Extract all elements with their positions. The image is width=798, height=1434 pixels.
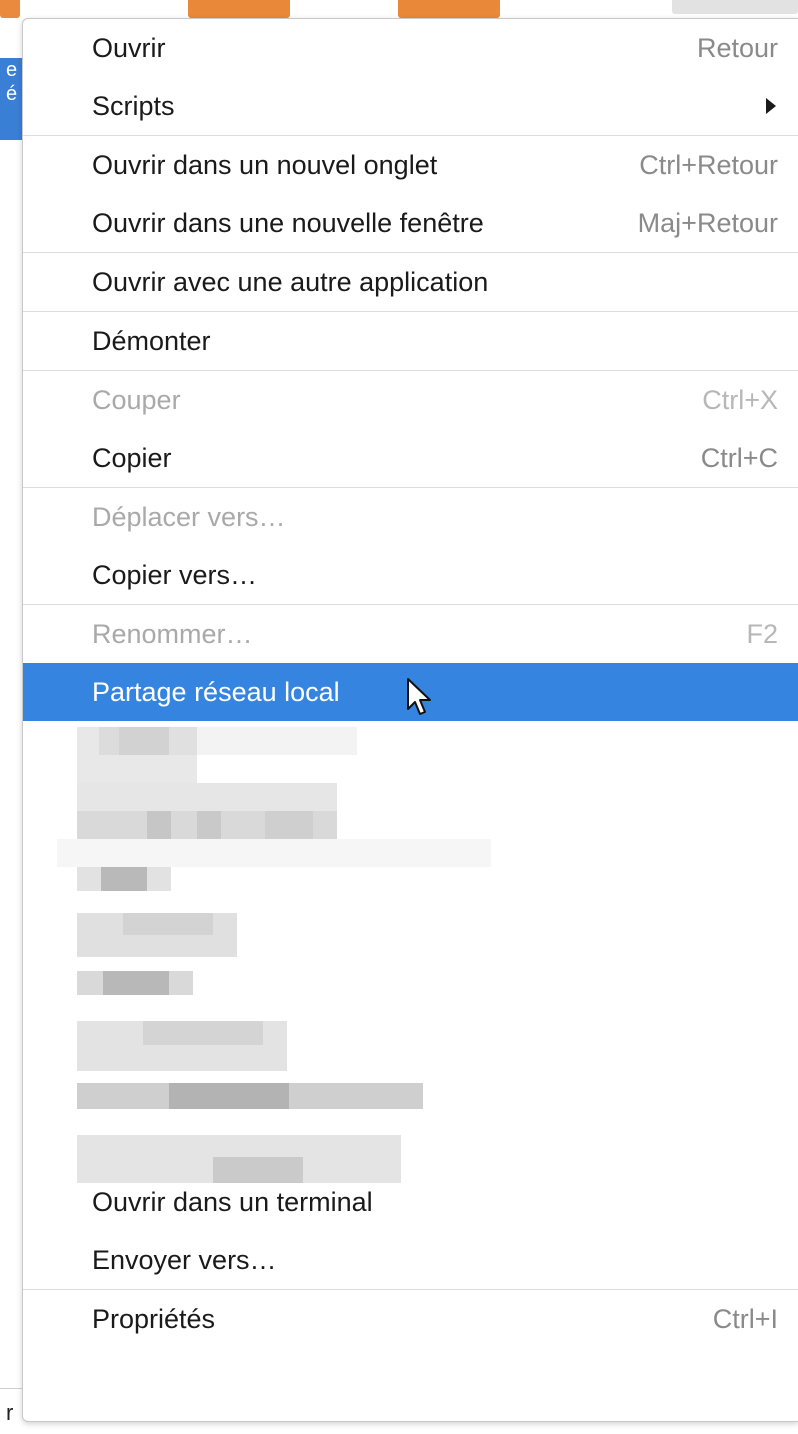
menu-section-move-copy: Déplacer vers… Copier vers… — [23, 488, 798, 605]
redacted-block — [169, 1083, 289, 1109]
background-fragment-text: é — [6, 83, 18, 105]
menu-section-open-with: Ouvrir avec une autre application — [23, 253, 798, 312]
menu-item-open[interactable]: Ouvrir Retour — [23, 19, 798, 77]
submenu-arrow-icon — [766, 98, 776, 114]
menu-item-label: Renommer… — [92, 618, 253, 649]
menu-item-shortcut: Ctrl+I — [712, 1303, 778, 1334]
redacted-block — [57, 839, 491, 867]
menu-section-clipboard: Couper Ctrl+X Copier Ctrl+C — [23, 371, 798, 488]
menu-item-label: Ouvrir dans un terminal — [92, 1186, 373, 1217]
redacted-block — [169, 727, 197, 755]
menu-item-shortcut: Retour — [696, 32, 778, 63]
menu-item-shortcut: F2 — [746, 618, 778, 649]
menu-section-rename-share: Renommer… F2 Partage réseau local — [23, 605, 798, 721]
menu-item-properties[interactable]: Propriétés Ctrl+I — [23, 1290, 798, 1348]
menu-section-open-new: Ouvrir dans un nouvel onglet Ctrl+Retour… — [23, 136, 798, 253]
redacted-block — [77, 783, 337, 811]
menu-item-unmount[interactable]: Démonter — [23, 312, 798, 370]
menu-item-open-with-other-app[interactable]: Ouvrir avec une autre application — [23, 253, 798, 311]
redacted-block — [265, 811, 313, 839]
redacted-block — [119, 727, 169, 755]
menu-item-shortcut: Ctrl+Retour — [639, 149, 778, 180]
menu-item-local-network-share[interactable]: Partage réseau local — [23, 663, 798, 721]
background-window-tab — [0, 0, 20, 18]
background-fragment-text: e — [6, 59, 18, 81]
background-window-tab — [188, 0, 290, 18]
menu-item-label: Ouvrir — [92, 32, 166, 63]
menu-item-scripts[interactable]: Scripts — [23, 77, 798, 135]
menu-item-open-terminal[interactable]: Ouvrir dans un terminal — [23, 1173, 798, 1231]
redacted-block — [101, 867, 147, 891]
desktop: e é r Ouvrir Retour Scripts Ouvrir dans … — [0, 0, 798, 1434]
menu-section-open: Ouvrir Retour Scripts — [23, 19, 798, 136]
menu-item-shortcut: Ctrl+X — [702, 384, 778, 415]
menu-item-cut: Couper Ctrl+X — [23, 371, 798, 429]
menu-item-label: Envoyer vers… — [92, 1244, 277, 1275]
menu-item-move-to: Déplacer vers… — [23, 488, 798, 546]
mouse-pointer-icon — [407, 678, 431, 715]
redacted-block — [143, 1021, 263, 1045]
menu-item-label: Propriétés — [92, 1303, 216, 1334]
menu-item-label: Copier — [92, 442, 172, 473]
redacted-block — [147, 811, 171, 839]
menu-item-label: Partage réseau local — [92, 676, 340, 707]
menu-item-send-to[interactable]: Envoyer vers… — [23, 1231, 798, 1289]
menu-section-unmount: Démonter — [23, 312, 798, 371]
menu-section-terminal-send: Ouvrir dans un terminal Envoyer vers… — [23, 1173, 798, 1290]
menu-item-label: Scripts — [92, 90, 175, 121]
menu-item-shortcut: Maj+Retour — [637, 207, 778, 238]
menu-item-open-new-tab[interactable]: Ouvrir dans un nouvel onglet Ctrl+Retour — [23, 136, 798, 194]
background-divider — [0, 1388, 22, 1389]
menu-item-open-new-window[interactable]: Ouvrir dans une nouvelle fenêtre Maj+Ret… — [23, 194, 798, 252]
background-window-tab — [398, 0, 500, 18]
redacted-block — [123, 913, 213, 935]
redacted-block — [99, 727, 119, 755]
menu-item-label: Ouvrir dans une nouvelle fenêtre — [92, 207, 484, 238]
background-window-tab — [672, 0, 798, 14]
context-menu: Ouvrir Retour Scripts Ouvrir dans un nou… — [22, 18, 798, 1422]
background-selected-file: e é — [0, 58, 22, 140]
redacted-block — [197, 811, 221, 839]
background-fragment-text: r — [6, 1400, 14, 1425]
menu-item-shortcut: Ctrl+C — [700, 442, 778, 473]
redacted-menu-items — [23, 721, 798, 1183]
redacted-block — [103, 971, 169, 995]
menu-item-rename: Renommer… F2 — [23, 605, 798, 663]
menu-section-properties: Propriétés Ctrl+I — [23, 1290, 798, 1348]
menu-item-label: Copier vers… — [92, 559, 258, 590]
menu-item-label: Déplacer vers… — [92, 501, 286, 532]
menu-item-copy[interactable]: Copier Ctrl+C — [23, 429, 798, 487]
menu-item-label: Ouvrir dans un nouvel onglet — [92, 149, 438, 180]
menu-item-label: Démonter — [92, 325, 211, 356]
redacted-block — [197, 727, 357, 755]
menu-item-label: Couper — [92, 384, 181, 415]
menu-item-copy-to[interactable]: Copier vers… — [23, 546, 798, 604]
menu-item-label: Ouvrir avec une autre application — [92, 266, 489, 297]
